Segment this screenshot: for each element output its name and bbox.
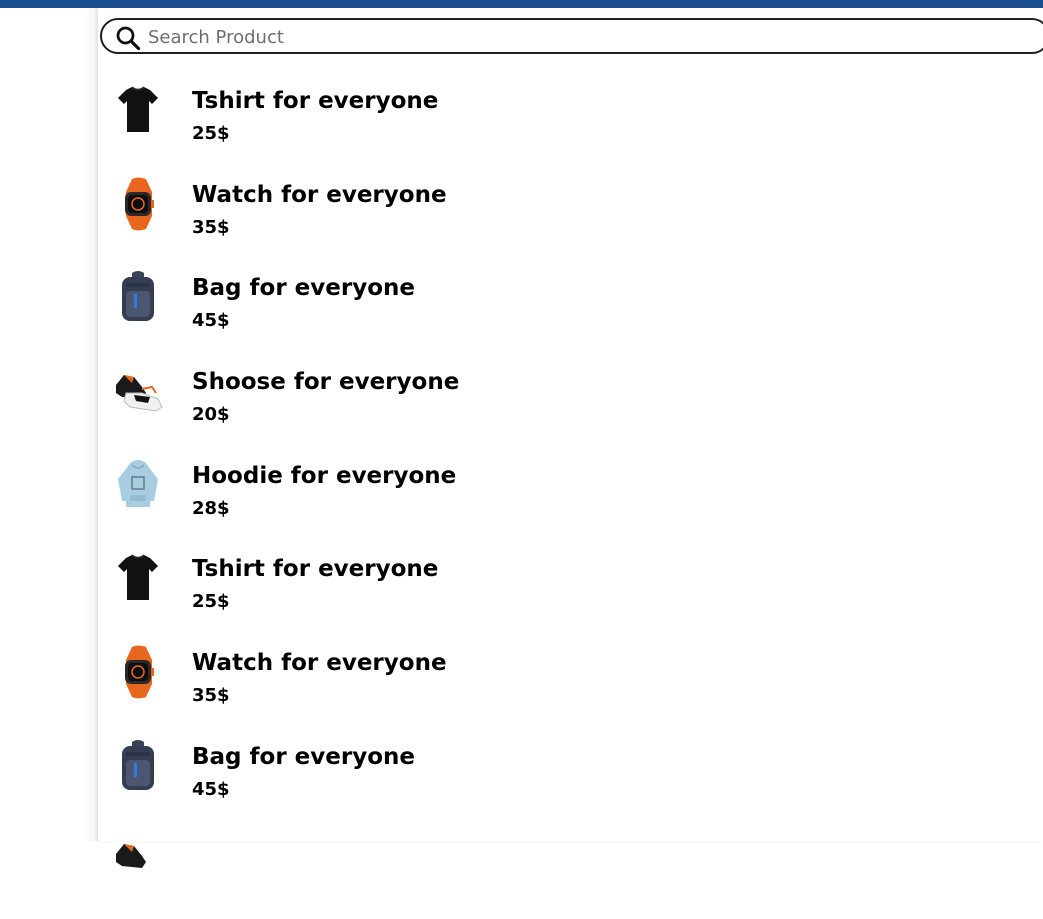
product-item-tshirt[interactable]: Tshirt for everyone 25$ — [98, 544, 1043, 638]
product-panel: Tshirt for everyone 25$ Watch for everyo… — [98, 8, 1043, 841]
product-name: Hoodie for everyone — [192, 463, 456, 489]
product-price: 45$ — [192, 310, 230, 331]
product-item-shoes[interactable]: Shoose for everyone 20$ — [98, 357, 1043, 451]
watch-icon — [112, 176, 164, 232]
product-name: Watch for everyone — [192, 650, 447, 676]
shoe-icon — [112, 363, 164, 419]
left-margin — [0, 8, 98, 841]
product-price: 35$ — [192, 685, 230, 706]
product-item-watch[interactable]: Watch for everyone 35$ — [98, 170, 1043, 264]
product-item-bag[interactable]: Bag for everyone 45$ — [98, 263, 1043, 357]
product-item-bag[interactable]: Bag for everyone 45$ — [98, 732, 1043, 826]
window-header-bar — [0, 0, 1043, 8]
product-name: Tshirt for everyone — [192, 88, 438, 114]
product-item-hoodie[interactable]: Hoodie for everyone 28$ — [98, 451, 1043, 545]
shoe-icon — [112, 832, 164, 888]
tshirt-icon — [112, 82, 164, 138]
search-icon[interactable] — [115, 25, 141, 51]
product-price: 20$ — [192, 404, 230, 425]
watch-icon — [112, 644, 164, 700]
search-bar[interactable] — [100, 18, 1043, 54]
bag-icon — [112, 269, 164, 325]
product-price: 35$ — [192, 217, 230, 238]
search-input[interactable] — [148, 24, 1028, 50]
product-price: 45$ — [192, 779, 230, 800]
hoodie-icon — [112, 457, 164, 513]
product-item-watch[interactable]: Watch for everyone 35$ — [98, 638, 1043, 732]
tshirt-icon — [112, 550, 164, 606]
product-price: 25$ — [192, 591, 230, 612]
product-name: Bag for everyone — [192, 275, 415, 301]
product-name: Shoose for everyone — [192, 369, 459, 395]
product-name: Tshirt for everyone — [192, 556, 438, 582]
product-list: Tshirt for everyone 25$ Watch for everyo… — [98, 76, 1043, 919]
product-item-tshirt[interactable]: Tshirt for everyone 25$ — [98, 76, 1043, 170]
product-price: 25$ — [192, 123, 230, 144]
bag-icon — [112, 738, 164, 794]
product-name: Bag for everyone — [192, 744, 415, 770]
product-item-partial[interactable] — [98, 826, 1043, 919]
product-price: 28$ — [192, 498, 230, 519]
product-name: Watch for everyone — [192, 182, 447, 208]
